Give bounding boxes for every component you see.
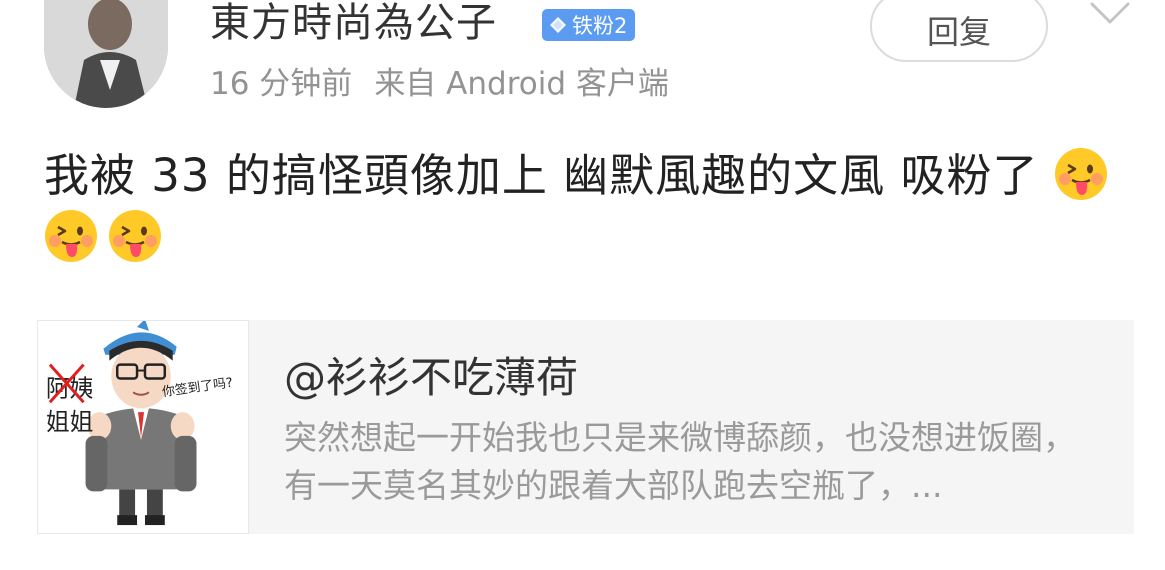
- post-time: 16 分钟前: [210, 66, 353, 102]
- chevron-down-icon[interactable]: [1088, 0, 1132, 26]
- post-text: 我被 33 的搞怪頭像加上 幽默風趣的文風 吸粉了: [44, 149, 1039, 202]
- post-content: 我被 33 的搞怪頭像加上 幽默風趣的文風 吸粉了: [44, 145, 1124, 269]
- author-name[interactable]: 東方時尚為公子: [210, 0, 497, 48]
- tongue-emoji-icon: [1054, 148, 1107, 200]
- quoted-author[interactable]: @衫衫不吃薄荷: [284, 344, 578, 405]
- fan-badge[interactable]: 铁粉2: [542, 9, 636, 41]
- quoted-post-image: 阿姨 姐姐 你签到了吗?: [37, 320, 249, 534]
- quoted-post-card[interactable]: 阿姨 姐姐 你签到了吗? @衫衫不吃薄荷 突然想起一开始我也只是来微博舔颜，也没…: [37, 320, 1134, 534]
- tongue-emoji-icon: [109, 210, 161, 262]
- diamond-icon: [550, 17, 566, 33]
- quoted-text: 突然想起一开始我也只是来微博舔颜，也没想进饭圈，有一天莫名其妙的跟着大部队跑去空…: [284, 418, 1076, 505]
- post-source: 来自 Android 客户端: [374, 66, 669, 102]
- avatar[interactable]: [44, 0, 168, 108]
- reply-button[interactable]: 回复: [870, 0, 1048, 62]
- cartoon-image: 阿姨 姐姐 你签到了吗?: [38, 321, 248, 533]
- avatar-image: [44, 0, 168, 108]
- fan-badge-label: 铁粉2: [572, 14, 628, 38]
- post-meta: 16 分钟前 来自 Android 客户端: [210, 62, 669, 106]
- replacement-text: 姐姐: [46, 408, 94, 436]
- tongue-emoji-icon: [45, 210, 97, 262]
